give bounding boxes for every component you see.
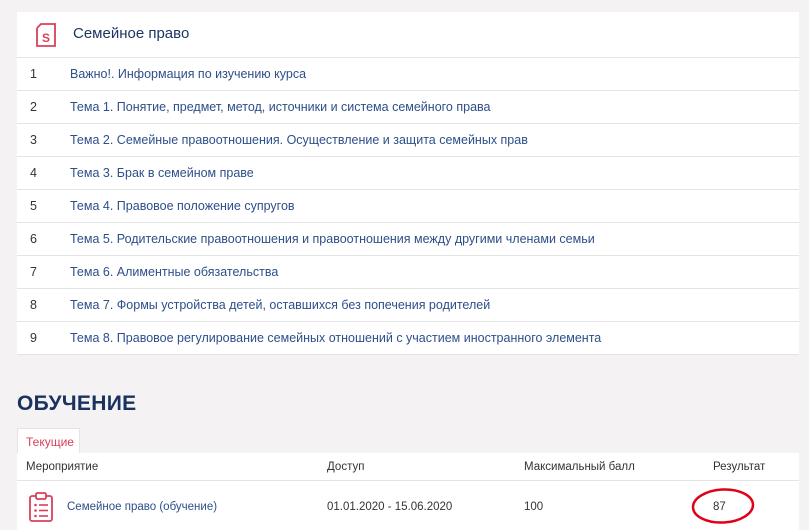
topic-row: 4 Тема 3. Брак в семейном праве (17, 157, 799, 190)
topic-row: 8 Тема 7. Формы устройства детей, оставш… (17, 289, 799, 322)
header-max-score: Максимальный балл (524, 461, 635, 473)
header-result: Результат (713, 461, 766, 473)
topic-number: 1 (30, 67, 37, 81)
topic-link[interactable]: Важно!. Информация по изучению курса (70, 67, 306, 81)
topic-row: 7 Тема 6. Алиментные обязательства (17, 256, 799, 289)
topic-link[interactable]: Тема 2. Семейные правоотношения. Осущест… (70, 133, 528, 147)
course-title: Семейное право (73, 25, 190, 42)
tab-current-label: Текущие (26, 435, 74, 449)
topic-number: 6 (30, 232, 37, 246)
max-score-value: 100 (524, 501, 544, 513)
result-highlight-circle (691, 488, 755, 524)
table-header-row: Мероприятие Доступ Максимальный балл Рез… (17, 453, 799, 481)
topic-link[interactable]: Тема 5. Родительские правоотношения и пр… (70, 232, 595, 246)
topic-number: 9 (30, 331, 37, 345)
tab-current[interactable]: Текущие (17, 428, 80, 453)
learning-table: Мероприятие Доступ Максимальный балл Рез… (17, 453, 799, 530)
topic-link[interactable]: Тема 7. Формы устройства детей, оставших… (70, 298, 490, 312)
svg-text:S: S (42, 31, 50, 45)
topic-row: 5 Тема 4. Правовое положение супругов (17, 190, 799, 223)
topic-number: 3 (30, 133, 37, 147)
clipboard-list-icon (29, 492, 53, 522)
topic-row: 9 Тема 8. Правовое регулирование семейны… (17, 322, 799, 355)
topic-number: 8 (30, 298, 37, 312)
course-card: S Семейное право 1 Важно!. Информация по… (17, 12, 799, 355)
topic-number: 4 (30, 166, 37, 180)
topic-number: 7 (30, 265, 37, 279)
header-activity: Мероприятие (26, 461, 99, 473)
topic-link[interactable]: Тема 3. Брак в семейном праве (70, 166, 254, 180)
topic-link[interactable]: Тема 4. Правовое положение супругов (70, 199, 295, 213)
topic-link[interactable]: Тема 6. Алиментные обязательства (70, 265, 278, 279)
topic-number: 2 (30, 100, 37, 114)
topic-link[interactable]: Тема 8. Правовое регулирование семейных … (70, 331, 601, 345)
access-dates: 01.01.2020 - 15.06.2020 (327, 501, 453, 513)
topic-link[interactable]: Тема 1. Понятие, предмет, метод, источни… (70, 100, 490, 114)
course-book-icon: S (36, 23, 56, 47)
course-header: S Семейное право (17, 12, 799, 58)
topic-row: 6 Тема 5. Родительские правоотношения и … (17, 223, 799, 256)
learning-section-title: ОБУЧЕНИЕ (17, 392, 137, 415)
topic-number: 5 (30, 199, 37, 213)
topic-row: 3 Тема 2. Семейные правоотношения. Осуще… (17, 124, 799, 157)
topic-row: 2 Тема 1. Понятие, предмет, метод, источ… (17, 91, 799, 124)
topic-row: 1 Важно!. Информация по изучению курса (17, 58, 799, 91)
activity-link[interactable]: Семейное право (обучение) (67, 501, 217, 513)
header-access: Доступ (327, 461, 365, 473)
